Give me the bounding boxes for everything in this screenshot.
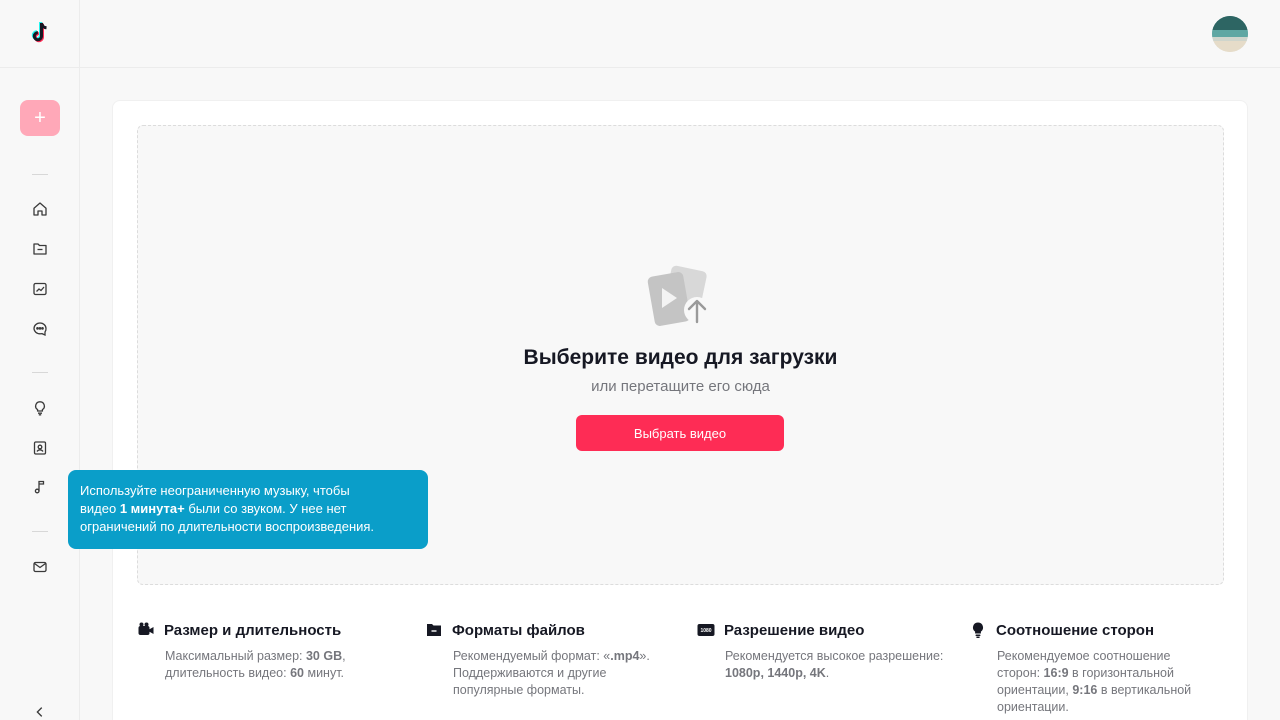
- info-file-formats: Форматы файлов Рекомендуемый формат: «.m…: [425, 621, 650, 699]
- music-icon[interactable]: [30, 477, 50, 497]
- info-text-part: Максимальный размер:: [165, 649, 306, 663]
- resolution-icon: 1080: [697, 624, 715, 636]
- home-icon[interactable]: [30, 199, 50, 219]
- sidebar-separator: [32, 372, 48, 373]
- info-text-part: в горизонтальной: [1068, 666, 1174, 680]
- mail-icon[interactable]: [30, 557, 50, 577]
- info-size-duration: Размер и длительность Максимальный разме…: [137, 621, 346, 682]
- info-text-part: сторон:: [997, 666, 1044, 680]
- tiktok-logo-icon[interactable]: [26, 19, 54, 47]
- tooltip-text-bold: 1 минута+: [119, 501, 185, 516]
- lightbulb-icon: [972, 622, 984, 638]
- sidebar-divider: [0, 67, 80, 68]
- info-text-bold: 16:9: [1043, 666, 1069, 680]
- info-text-bold: 30 GB: [305, 649, 343, 663]
- info-text-part: ориентации,: [997, 683, 1073, 697]
- sidebar-separator: [32, 174, 48, 175]
- info-text-part: ,: [342, 649, 346, 663]
- upload-card: Выберите видео для загрузки или перетащи…: [112, 100, 1248, 720]
- info-text-part: ориентации.: [997, 700, 1069, 714]
- upload-title: Выберите видео для загрузки: [523, 346, 838, 369]
- info-text-part: Поддерживаются и другие: [453, 666, 607, 680]
- info-video-resolution: 1080 Разрешение видео Рекомендуется высо…: [697, 621, 943, 682]
- info-description: Максимальный размер: 30 GB, длительность…: [165, 648, 346, 682]
- tooltip-text: Используйте неограниченную музыку, чтобы: [80, 483, 350, 498]
- top-header: [80, 0, 1280, 68]
- info-text-part: популярные форматы.: [453, 683, 585, 697]
- folder-icon[interactable]: [30, 239, 50, 259]
- music-tooltip: Используйте неограниченную музыку, чтобы…: [68, 470, 428, 549]
- info-title: Соотношение сторон: [996, 621, 1155, 639]
- resolution-badge: 1080: [700, 628, 711, 634]
- info-description: Рекомендуемый формат: «.mp4». Поддержива…: [453, 648, 650, 699]
- sidebar-separator: [32, 531, 48, 532]
- info-description: Рекомендуется высокое разрешение: 1080p,…: [725, 648, 943, 682]
- info-title: Размер и длительность: [164, 621, 342, 639]
- info-description: Рекомендуемое соотношение сторон: 16:9 в…: [997, 648, 1191, 716]
- camera-icon: [138, 622, 154, 635]
- info-text-part: Рекомендуется высокое разрешение:: [725, 649, 944, 663]
- info-text-part: минут.: [304, 666, 345, 680]
- upload-subtitle: или перетащите его сюда: [591, 378, 770, 395]
- info-text-part: Рекомендуемое соотношение: [997, 649, 1171, 663]
- info-text-part: Рекомендуемый формат: «: [453, 649, 611, 663]
- info-text-part: длительность видео:: [165, 666, 291, 680]
- info-text-bold: 1080p, 1440p, 4K: [725, 666, 826, 680]
- info-title: Разрешение видео: [724, 621, 865, 639]
- info-text-bold: 9:16: [1072, 683, 1098, 697]
- tooltip-text: видео: [80, 501, 120, 516]
- video-upload-icon: [647, 265, 710, 326]
- comments-icon[interactable]: [30, 319, 50, 339]
- analytics-icon[interactable]: [30, 279, 50, 299]
- info-aspect-ratio: Соотношение сторон Рекомендуемое соотнош…: [969, 621, 1191, 716]
- info-text-part: .: [825, 666, 830, 680]
- info-text-bold: 60: [290, 666, 304, 680]
- tooltip-text: ограничений по длительности воспроизведе…: [80, 519, 375, 534]
- sidebar: +: [0, 0, 80, 720]
- add-button-label: +: [34, 106, 46, 129]
- info-text-part: в вертикальной: [1097, 683, 1192, 697]
- info-title: Форматы файлов: [452, 621, 585, 639]
- select-video-button[interactable]: Выбрать видео: [576, 415, 784, 451]
- add-button[interactable]: +: [20, 100, 60, 136]
- info-text-bold: .mp4: [610, 649, 640, 663]
- info-text-part: ».: [639, 649, 650, 663]
- lightbulb-icon[interactable]: [30, 398, 50, 418]
- library-icon[interactable]: [30, 438, 50, 458]
- file-icon: [427, 624, 441, 636]
- tooltip-text: были со звуком. У нее нет: [184, 501, 347, 516]
- avatar[interactable]: [1212, 16, 1248, 52]
- collapse-sidebar-icon[interactable]: [30, 702, 50, 720]
